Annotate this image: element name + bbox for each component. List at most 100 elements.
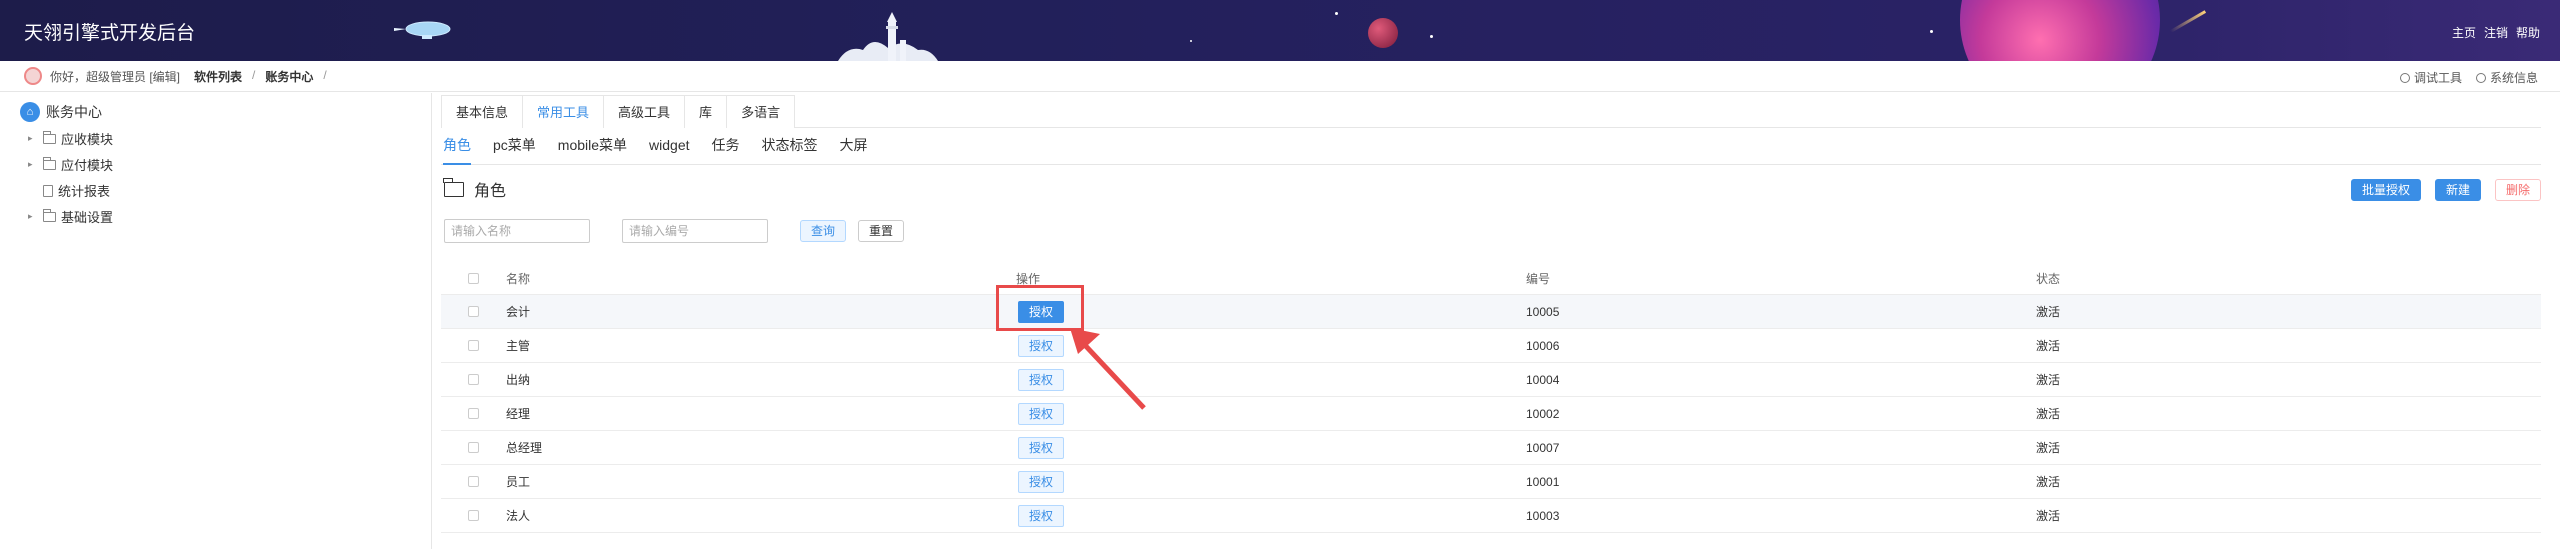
tab-library[interactable]: 库: [684, 95, 728, 128]
row-name: 经理: [506, 407, 531, 421]
tab-advanced-tools[interactable]: 高级工具: [603, 95, 686, 128]
row-name: 法人: [506, 509, 531, 523]
home-icon: ⌂: [20, 102, 40, 122]
delete-button[interactable]: 删除: [2494, 179, 2541, 201]
code-search-input[interactable]: [622, 219, 768, 243]
row-checkbox[interactable]: [468, 476, 479, 487]
castle-illustration: [838, 12, 938, 61]
tab-basic-info[interactable]: 基本信息: [441, 95, 524, 128]
row-code: 10003: [1526, 508, 1560, 523]
row-status: 激活: [2036, 407, 2061, 421]
row-checkbox[interactable]: [468, 442, 479, 453]
tree-node-receivables[interactable]: ▸ 应收模块: [28, 129, 113, 148]
row-status: 激活: [2036, 475, 2061, 489]
secondary-tabs: 角色 pc菜单 mobile菜单 widget 任务 状态标签 大屏: [441, 133, 2541, 165]
star-icon: [1190, 40, 1192, 42]
nav-home-link[interactable]: 主页: [2452, 24, 2476, 41]
row-name: 会计: [506, 305, 531, 319]
authorize-button[interactable]: 授权: [1018, 402, 1064, 425]
row-name: 总经理: [506, 441, 543, 455]
caret-right-icon[interactable]: ▸: [28, 159, 38, 170]
authorize-button[interactable]: 授权: [1018, 470, 1064, 493]
folder-icon: [443, 177, 464, 197]
table-body: 会计 授权 10005 激活 主管 授权 10006 激活 出纳 授权 10004 激活 经理 授权 100…: [441, 295, 2541, 533]
row-checkbox[interactable]: [468, 340, 479, 351]
row-name: 员工: [506, 475, 531, 489]
blimp-illustration: [394, 21, 451, 39]
app-header: 天翎引擎式开发后台 主页 注销 帮助: [0, 0, 2560, 61]
breadcrumb-bar: 你好，超级管理员 [编辑] 软件列表 / 账务中心 / 调试工具 系统信息: [0, 61, 2560, 92]
user-greeting[interactable]: 你好，超级管理员 [编辑]: [50, 68, 180, 85]
row-status: 激活: [2036, 441, 2061, 455]
row-checkbox[interactable]: [468, 510, 479, 521]
row-checkbox[interactable]: [468, 306, 479, 317]
name-search-input[interactable]: [444, 219, 590, 243]
authorize-button[interactable]: 授权: [1018, 368, 1064, 391]
select-all-checkbox[interactable]: [468, 273, 479, 284]
roles-table: 名称 操作 编号 状态 会计 授权 10005 激活 主管 授权 10006 激活 出纳 授权 10…: [441, 263, 2541, 533]
tree-root-accounting-center[interactable]: ⌂ 账务中心: [20, 102, 102, 122]
batch-authorize-button[interactable]: 批量授权: [2350, 179, 2421, 201]
breadcrumb-item-accounting-center[interactable]: 账务中心: [265, 68, 313, 85]
row-code: 10004: [1526, 372, 1560, 387]
system-info-label: 系统信息: [2489, 71, 2538, 85]
panel-title-text: 角色: [474, 183, 507, 200]
panel-header: 角色 批量授权 新建 删除: [441, 175, 2541, 207]
tab-common-tools[interactable]: 常用工具: [522, 95, 605, 128]
star-icon: [1930, 30, 1933, 33]
debug-tool-link[interactable]: 调试工具: [2399, 69, 2462, 86]
star-icon: [1430, 35, 1433, 38]
tab-big-screen[interactable]: 大屏: [840, 133, 868, 165]
table-row: 主管 授权 10006 激活: [441, 329, 2541, 363]
row-status: 激活: [2036, 339, 2061, 353]
planet-small-illustration: [1368, 18, 1398, 48]
debug-tool-label: 调试工具: [2413, 71, 2462, 85]
row-name: 主管: [506, 339, 531, 353]
table-row: 经理 授权 10002 激活: [441, 397, 2541, 431]
tab-mobile-menu[interactable]: mobile菜单: [558, 133, 627, 165]
authorize-button[interactable]: 授权: [1018, 334, 1064, 357]
tree-node-payables[interactable]: ▸ 应付模块: [28, 155, 113, 174]
tab-roles[interactable]: 角色: [443, 133, 471, 165]
main-content: 基本信息 常用工具 高级工具 库 多语言 角色 pc菜单 mobile菜单 wi…: [441, 93, 2560, 549]
tree-node-label: 应付模块: [61, 158, 114, 173]
system-info-link[interactable]: 系统信息: [2475, 69, 2538, 86]
tool-links: 调试工具 系统信息: [2399, 69, 2538, 86]
app-title: 天翎引擎式开发后台: [24, 23, 196, 44]
caret-right-icon[interactable]: ▸: [28, 133, 38, 144]
nav-help-link[interactable]: 帮助: [2516, 24, 2540, 41]
row-status: 激活: [2036, 305, 2061, 319]
primary-tabs: 基本信息 常用工具 高级工具 库 多语言: [441, 95, 2541, 128]
breadcrumb-item-software-list[interactable]: 软件列表: [194, 68, 242, 85]
create-button[interactable]: 新建: [2434, 179, 2481, 201]
column-header-status: 状态: [2036, 272, 2061, 286]
tab-widget[interactable]: widget: [649, 133, 689, 165]
table-row: 员工 授权 10001 激活: [441, 465, 2541, 499]
system-info-icon: [2475, 72, 2486, 83]
caret-right-icon[interactable]: ▸: [28, 211, 38, 222]
row-status: 激活: [2036, 373, 2061, 387]
annotation-arrow: [1070, 328, 1146, 410]
folder-icon: [42, 156, 56, 170]
row-checkbox[interactable]: [468, 408, 479, 419]
planet-illustration: [1960, 0, 2160, 61]
tab-multilanguage[interactable]: 多语言: [726, 95, 796, 128]
table-header: 名称 操作 编号 状态: [441, 263, 2541, 295]
table-row: 总经理 授权 10007 激活: [441, 431, 2541, 465]
row-code: 10006: [1526, 338, 1560, 353]
tab-tasks[interactable]: 任务: [712, 133, 740, 165]
tab-pc-menu[interactable]: pc菜单: [493, 133, 536, 165]
query-button[interactable]: 查询: [800, 220, 847, 242]
folder-icon: [42, 130, 56, 144]
authorize-button[interactable]: 授权: [1018, 436, 1064, 459]
nav-logout-link[interactable]: 注销: [2484, 24, 2508, 41]
authorize-button[interactable]: 授权: [1018, 504, 1064, 527]
row-checkbox[interactable]: [468, 374, 479, 385]
tab-status-labels[interactable]: 状态标签: [762, 133, 818, 165]
tree-node-basic-settings[interactable]: ▸ 基础设置: [28, 207, 113, 226]
tree-node-label: 基础设置: [61, 210, 114, 225]
tree-node-reports[interactable]: 统计报表: [28, 181, 110, 200]
table-row: 出纳 授权 10004 激活: [441, 363, 2541, 397]
avatar-icon: [24, 67, 42, 85]
reset-button[interactable]: 重置: [858, 220, 905, 242]
